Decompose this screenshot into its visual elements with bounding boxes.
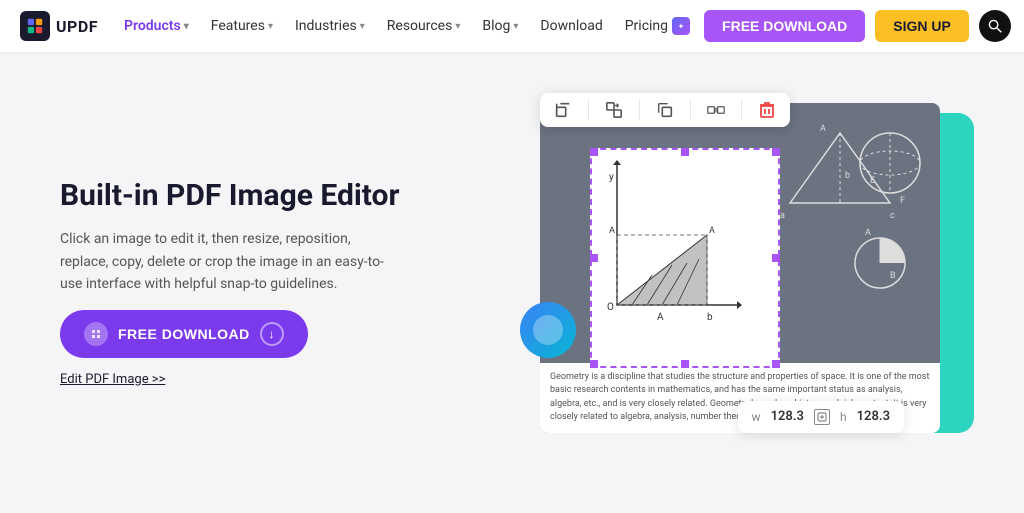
- blue-ring-inner: [533, 315, 563, 345]
- selection-corner-tl: [590, 148, 598, 156]
- svg-text:A: A: [709, 226, 715, 236]
- selection-corner-tr: [772, 148, 780, 156]
- svg-text:A: A: [865, 228, 871, 238]
- hero-download-button[interactable]: FREE DOWNLOAD ↓: [60, 310, 308, 358]
- svg-text:O: O: [607, 302, 614, 313]
- selected-image: O b y A A A: [590, 148, 780, 368]
- svg-text:A: A: [820, 124, 826, 134]
- nav-actions: FREE DOWNLOAD SIGN UP: [704, 10, 1011, 42]
- svg-text:B: B: [890, 271, 896, 281]
- selection-corner-br: [772, 360, 780, 368]
- geometry-svg: a b c A F E B A: [760, 123, 930, 323]
- replace-icon[interactable]: [603, 99, 625, 121]
- nav-item-features[interactable]: Features ▾: [201, 12, 283, 40]
- svg-text:E: E: [870, 176, 875, 186]
- toolbar-separator-2: [639, 100, 640, 120]
- nav-free-download-button[interactable]: FREE DOWNLOAD: [704, 10, 865, 42]
- edit-pdf-link[interactable]: Edit PDF Image >>: [60, 372, 440, 387]
- selection-handle-mb: [681, 360, 689, 368]
- link-dimensions-icon[interactable]: [814, 409, 830, 425]
- pdf-viewer-card: O b y A A A: [540, 103, 940, 433]
- chevron-down-icon: ▾: [455, 21, 460, 32]
- logo-icon: [20, 11, 50, 41]
- nav-item-download[interactable]: Download: [530, 12, 612, 40]
- nav-item-resources[interactable]: Resources ▾: [377, 12, 471, 40]
- pdf-toolbar: [540, 93, 790, 127]
- selection-handle-ml: [590, 254, 598, 262]
- chevron-down-icon: ▾: [513, 21, 518, 32]
- hero-left: Built-in PDF Image Editor Click an image…: [60, 178, 440, 386]
- chevron-down-icon: ▾: [268, 21, 273, 32]
- download-circle-icon: ↓: [260, 322, 284, 346]
- svg-text:y: y: [609, 172, 614, 183]
- group-icon[interactable]: [705, 99, 727, 121]
- svg-text:F: F: [900, 196, 905, 206]
- chevron-down-icon: ▾: [360, 21, 365, 32]
- ai-badge-icon: ✦: [672, 17, 690, 35]
- delete-icon[interactable]: [756, 99, 778, 121]
- main-content: Built-in PDF Image Editor Click an image…: [0, 52, 1024, 513]
- nav-item-industries[interactable]: Industries ▾: [285, 12, 375, 40]
- logo-label: UPDF: [56, 17, 98, 36]
- download-play-icon: [84, 322, 108, 346]
- svg-text:a: a: [780, 211, 785, 221]
- selection-handle-mr: [772, 254, 780, 262]
- toolbar-separator: [588, 100, 589, 120]
- hero-description: Click an image to edit it, then resize, …: [60, 228, 400, 295]
- toolbar-separator-4: [741, 100, 742, 120]
- svg-text:c: c: [890, 211, 895, 221]
- navigation: UPDF Products ▾ Features ▾ Industries ▾ …: [0, 0, 1024, 52]
- svg-text:b: b: [707, 312, 713, 323]
- svg-text:A: A: [657, 312, 664, 323]
- hero-title: Built-in PDF Image Editor: [60, 178, 440, 214]
- nav-item-products[interactable]: Products ▾: [114, 12, 199, 40]
- svg-text:b: b: [845, 171, 850, 181]
- crop-icon[interactable]: [552, 99, 574, 121]
- toolbar-separator-3: [690, 100, 691, 120]
- nav-item-blog[interactable]: Blog ▾: [472, 12, 528, 40]
- selection-handle-mt: [681, 148, 689, 156]
- graph-svg: O b y A A A: [597, 155, 757, 335]
- copy-icon[interactable]: [654, 99, 676, 121]
- nav-sign-up-button[interactable]: SIGN UP: [875, 10, 969, 42]
- blue-ring-decoration: [520, 302, 576, 358]
- logo[interactable]: UPDF: [20, 11, 98, 41]
- dimensions-badge: w 128.3 h 128.3: [738, 401, 904, 433]
- hero-right: O b y A A A: [500, 93, 964, 473]
- chevron-down-icon: ▾: [184, 21, 189, 32]
- selection-corner-bl: [590, 360, 598, 368]
- svg-text:A: A: [609, 226, 615, 236]
- nav-items: Products ▾ Features ▾ Industries ▾ Resou…: [114, 11, 700, 41]
- search-button[interactable]: [979, 10, 1011, 42]
- nav-item-pricing[interactable]: Pricing ✦: [615, 11, 700, 41]
